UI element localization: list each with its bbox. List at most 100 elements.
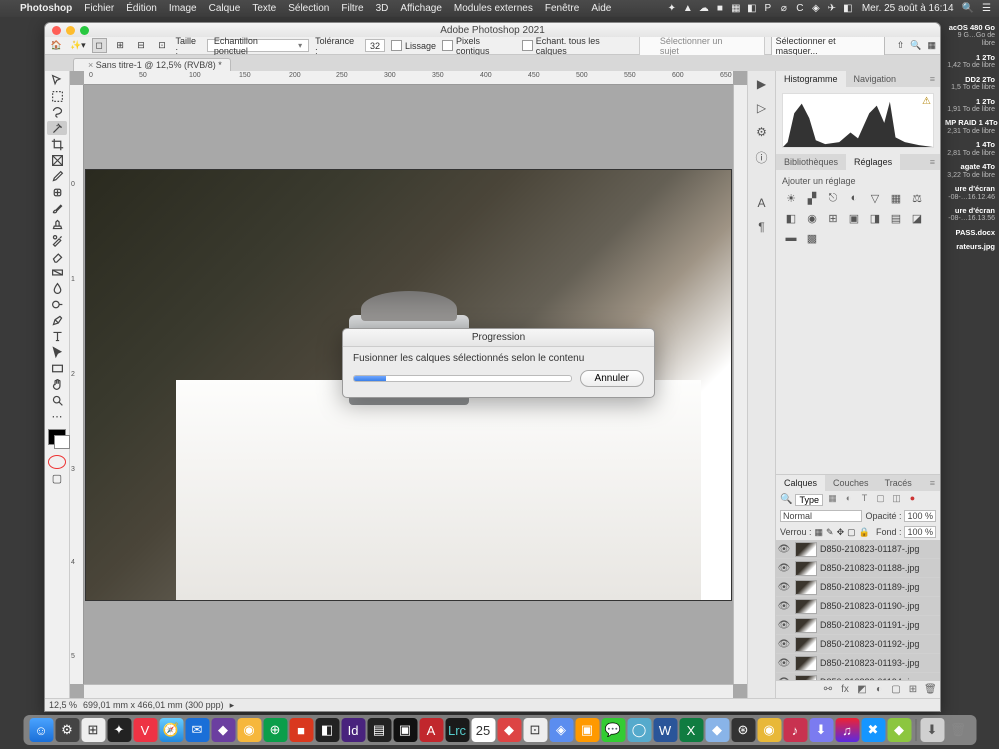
- clone-stamp-tool[interactable]: [47, 217, 67, 231]
- channel-mixer-icon[interactable]: ⊞: [826, 212, 840, 225]
- brush-tool[interactable]: [47, 201, 67, 215]
- lasso-tool[interactable]: [47, 105, 67, 119]
- selection-new-icon[interactable]: ◻: [92, 38, 107, 53]
- gradient-map-icon[interactable]: ▬: [784, 232, 798, 245]
- search-icon[interactable]: 🔍: [780, 494, 792, 505]
- hue-icon[interactable]: ▦: [889, 192, 903, 205]
- dock-app[interactable]: ◯: [627, 718, 651, 742]
- menu-fenetre[interactable]: Fenêtre: [545, 3, 579, 14]
- selective-color-icon[interactable]: ▩: [805, 232, 819, 245]
- tab-histogram[interactable]: Histogramme: [776, 71, 846, 87]
- tab-channels[interactable]: Couches: [825, 475, 877, 491]
- dock-app[interactable]: ◉: [757, 718, 781, 742]
- link-layers-icon[interactable]: ⚯: [822, 684, 834, 695]
- menu-texte[interactable]: Texte: [252, 3, 276, 14]
- dock-mail[interactable]: ✉: [185, 718, 209, 742]
- visibility-toggle-icon[interactable]: 👁: [776, 563, 792, 574]
- document-tab[interactable]: × Sans titre-1 @ 12,5% (RVB/8) *: [73, 58, 231, 71]
- desktop-drive[interactable]: 1 4To2,81 To de libre: [945, 141, 995, 157]
- layer-item[interactable]: 👁D850-210823-01190-.jpg: [776, 597, 940, 616]
- desktop-drive[interactable]: agate 4To3,22 To de libre: [945, 163, 995, 179]
- layer-thumbnail[interactable]: [795, 599, 817, 614]
- brightness-icon[interactable]: ☀: [784, 192, 798, 205]
- info-panel-icon[interactable]: ⓘ: [755, 149, 767, 166]
- search-icon[interactable]: 🔍: [910, 40, 921, 51]
- layer-thumbnail[interactable]: [795, 618, 817, 633]
- layer-style-icon[interactable]: fx: [839, 684, 851, 695]
- dock-messages[interactable]: 💬: [601, 718, 625, 742]
- document-dimensions[interactable]: 699,01 mm x 466,01 mm (300 ppp): [83, 700, 224, 710]
- menu-calque[interactable]: Calque: [209, 3, 241, 14]
- visibility-toggle-icon[interactable]: 👁: [776, 601, 792, 612]
- menu-image[interactable]: Image: [169, 3, 197, 14]
- dodge-tool[interactable]: [47, 297, 67, 311]
- dock-excel[interactable]: X: [679, 718, 703, 742]
- character-panel-icon[interactable]: A: [757, 196, 765, 210]
- horizontal-scrollbar[interactable]: [84, 684, 733, 698]
- menu-filtre[interactable]: Filtre: [341, 3, 363, 14]
- foreground-background-swatches[interactable]: [48, 429, 66, 445]
- selection-add-icon[interactable]: ⊞: [113, 38, 128, 53]
- desktop-drive[interactable]: 1 2To1,42 To de libre: [945, 54, 995, 70]
- dock-acrobat[interactable]: A: [419, 718, 443, 742]
- eyedropper-tool[interactable]: [47, 169, 67, 183]
- dock-app[interactable]: ♪: [783, 718, 807, 742]
- menu-affichage[interactable]: Affichage: [400, 3, 442, 14]
- dock-app[interactable]: ◧: [315, 718, 339, 742]
- dock-app[interactable]: ◆: [497, 718, 521, 742]
- menubar-clock[interactable]: Mer. 25 août à 16:14: [862, 3, 954, 14]
- app-menu[interactable]: Photoshop: [20, 3, 72, 14]
- desktop-file[interactable]: ure d'écran-08-…16.13.56: [945, 207, 995, 223]
- selection-subtract-icon[interactable]: ⊟: [134, 38, 149, 53]
- visibility-toggle-icon[interactable]: 👁: [776, 620, 792, 631]
- visibility-toggle-icon[interactable]: 👁: [776, 544, 792, 555]
- dock-trash[interactable]: 🗑: [946, 718, 970, 742]
- dock-downloads[interactable]: ⬇: [920, 718, 944, 742]
- photo-filter-icon[interactable]: ◉: [805, 212, 819, 225]
- status-menu-icon[interactable]: ▸: [230, 700, 235, 711]
- contischedules-checkbox[interactable]: Pixels contigus: [442, 36, 516, 56]
- type-tool[interactable]: [47, 329, 67, 343]
- lock-position-icon[interactable]: ✥: [837, 527, 845, 538]
- dock-safari[interactable]: 🧭: [159, 718, 183, 742]
- magic-wand-tool[interactable]: [47, 121, 67, 135]
- pen-tool[interactable]: [47, 313, 67, 327]
- lock-artboard-icon[interactable]: ▢: [847, 527, 856, 538]
- filter-shape-icon[interactable]: ▢: [874, 493, 887, 506]
- healing-brush-tool[interactable]: [47, 185, 67, 199]
- dock-settings[interactable]: ⚙: [55, 718, 79, 742]
- filter-smart-icon[interactable]: ◫: [890, 493, 903, 506]
- opacity-input[interactable]: 100 %: [904, 510, 936, 522]
- sample-all-layers-checkbox[interactable]: Échant. tous les calques: [522, 36, 633, 56]
- visibility-toggle-icon[interactable]: 👁: [776, 658, 792, 669]
- select-subject-button[interactable]: Sélectionner un sujet: [639, 34, 765, 58]
- adjustments-panel-icon[interactable]: ⚙: [756, 125, 767, 139]
- layer-thumbnail[interactable]: [795, 561, 817, 576]
- dock-app[interactable]: ◈: [549, 718, 573, 742]
- menu-selection[interactable]: Sélection: [288, 3, 329, 14]
- eraser-tool[interactable]: [47, 249, 67, 263]
- color-lookup-icon[interactable]: ▣: [847, 212, 861, 225]
- tab-libraries[interactable]: Bibliothèques: [776, 154, 846, 170]
- layer-item[interactable]: 👁D850-210823-01188-.jpg: [776, 559, 940, 578]
- new-layer-icon[interactable]: ⊞: [907, 684, 919, 695]
- layer-item[interactable]: 👁D850-210823-01194-.jpg: [776, 673, 940, 680]
- dock-app[interactable]: ⊕: [263, 718, 287, 742]
- adjustment-layer-icon[interactable]: ◐: [873, 684, 885, 695]
- marquee-tool[interactable]: [47, 89, 67, 103]
- ruler-vertical[interactable]: 0 1 2 3 4 5: [70, 85, 84, 684]
- share-icon[interactable]: ⇧: [897, 40, 905, 51]
- dock-lightroom[interactable]: Lrc: [445, 718, 469, 742]
- cancel-button[interactable]: Annuler: [580, 370, 644, 387]
- dock-app[interactable]: ⊞: [81, 718, 105, 742]
- threshold-icon[interactable]: ◪: [910, 212, 924, 225]
- dock-app[interactable]: ⬇: [809, 718, 833, 742]
- antialias-checkbox[interactable]: Lissage: [391, 40, 436, 51]
- play-actions-icon[interactable]: ▷: [757, 101, 766, 115]
- lock-pixels-icon[interactable]: ✎: [826, 527, 834, 538]
- group-icon[interactable]: ▢: [890, 684, 902, 695]
- vibrance-icon[interactable]: ▽: [868, 192, 882, 205]
- quick-mask-toggle[interactable]: [48, 455, 66, 469]
- layer-thumbnail[interactable]: [795, 656, 817, 671]
- layer-mask-icon[interactable]: ◩: [856, 684, 868, 695]
